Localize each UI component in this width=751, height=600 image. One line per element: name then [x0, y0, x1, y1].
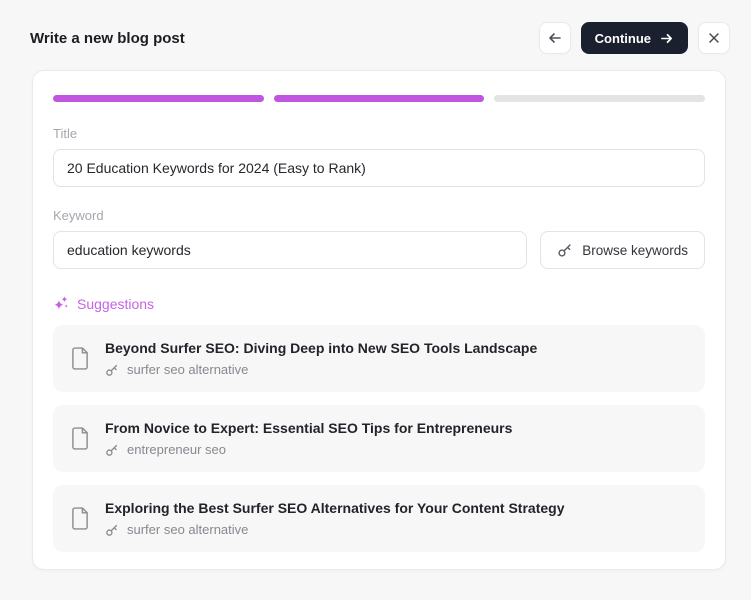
suggestions-label: Suggestions [77, 295, 155, 312]
arrow-left-icon [547, 30, 563, 46]
page-title: Write a new blog post [30, 29, 185, 47]
progress-bar [53, 95, 706, 102]
arrow-right-icon [659, 31, 674, 46]
suggestion-keyword: surfer seo alternative [127, 522, 249, 537]
continue-button-label: Continue [594, 30, 651, 46]
progress-segment [273, 95, 485, 102]
suggestions-header: Suggestions [53, 295, 705, 312]
title-label: Title [53, 126, 78, 141]
suggestion-card[interactable]: Exploring the Best Surfer SEO Alternativ… [53, 485, 705, 552]
title-field-block: Title [53, 126, 705, 187]
back-button[interactable] [538, 22, 571, 54]
document-icon [71, 347, 90, 370]
suggestion-title: From Novice to Expert: Essential SEO Tip… [105, 420, 513, 436]
keyword-label: Keyword [53, 208, 104, 223]
suggestion-title: Beyond Surfer SEO: Diving Deep into New … [105, 340, 538, 356]
keyword-field-block: Keyword Browse keywords [53, 208, 705, 269]
key-icon [105, 523, 119, 537]
suggestions-list: Beyond Surfer SEO: Diving Deep into New … [53, 325, 705, 552]
modal-header: Write a new blog post Continue [0, 0, 751, 54]
document-icon [71, 507, 90, 530]
browse-keywords-button[interactable]: Browse keywords [540, 231, 705, 269]
key-icon [557, 242, 573, 258]
sparkles-icon [53, 295, 70, 312]
key-icon [105, 443, 119, 457]
suggestion-keyword: entrepreneur seo [127, 442, 227, 457]
key-icon [105, 363, 119, 377]
close-icon [707, 31, 721, 45]
document-icon [71, 427, 90, 450]
progress-segment [494, 95, 706, 102]
suggestion-keyword: surfer seo alternative [127, 362, 249, 377]
progress-segment [53, 95, 264, 102]
continue-button[interactable]: Continue [580, 22, 688, 54]
title-input[interactable] [53, 149, 705, 187]
wizard-panel: Title Keyword Browse keywords [32, 70, 726, 570]
keyword-input[interactable] [53, 231, 528, 269]
browse-keywords-label: Browse keywords [582, 242, 688, 258]
suggestion-title: Exploring the Best Surfer SEO Alternativ… [105, 500, 565, 516]
close-button[interactable] [698, 22, 730, 54]
suggestion-card[interactable]: From Novice to Expert: Essential SEO Tip… [53, 405, 705, 472]
suggestion-card[interactable]: Beyond Surfer SEO: Diving Deep into New … [53, 325, 705, 392]
